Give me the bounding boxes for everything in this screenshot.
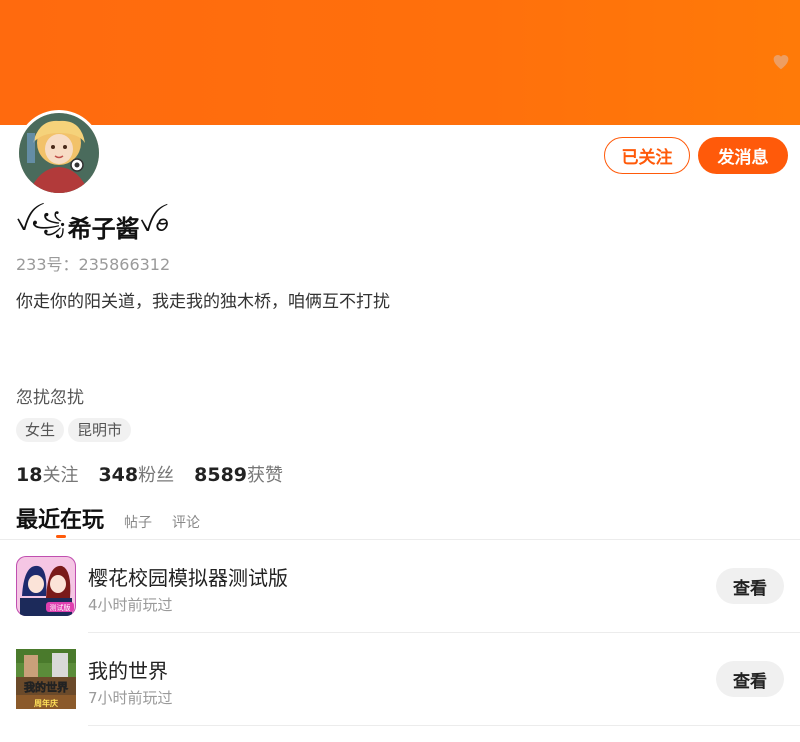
nickname-prefix: ꪜ꧁ [16, 210, 66, 236]
view-button[interactable]: 查看 [716, 568, 784, 604]
profile-stats: 18关注 348粉丝 8589获赞 [16, 461, 283, 487]
likes-label: 获赞 [247, 465, 284, 486]
followers-count: 348 [98, 464, 139, 486]
sakura-school-icon: 测试版 [16, 556, 76, 616]
nickname-suffix: ꪜꪮ [139, 212, 170, 237]
svg-text:测试版: 测试版 [50, 603, 71, 612]
message-button[interactable]: 发消息 [698, 137, 788, 174]
following-label: 关注 [42, 465, 79, 486]
game-list-item[interactable]: 测试版 樱花校园模拟器测试版 4小时前玩过 查看 [0, 540, 800, 632]
row-divider [88, 725, 800, 726]
location-tag: 昆明市 [68, 418, 132, 442]
followers-label: 粉丝 [138, 465, 175, 486]
following-count: 18 [16, 464, 43, 486]
game-last-played: 7小时前玩过 [88, 689, 173, 707]
nickname: 希子酱 [67, 214, 140, 243]
bio-text: 你走你的阳关道，我走我的独木桥，咱俩互不打扰 [16, 292, 390, 312]
game-name: 樱花校园模拟器测试版 [88, 566, 288, 590]
following-stat[interactable]: 18关注 [16, 461, 78, 487]
nickname-row: ꪜ꧁ 希子酱 ꪜꪮ [16, 208, 170, 244]
bio-text-secondary: 忽扰忽扰 [16, 388, 84, 408]
minecraft-icon: 我的世界 周年庆 [16, 649, 76, 709]
svg-text:周年庆: 周年庆 [34, 698, 58, 708]
view-button[interactable]: 查看 [716, 661, 784, 697]
account-id: 233号：235866312 [16, 255, 171, 274]
follow-button[interactable]: 已关注 [604, 137, 690, 174]
followers-stat[interactable]: 348粉丝 [98, 461, 174, 487]
game-last-played: 4小时前玩过 [88, 596, 173, 614]
tab-comments[interactable]: 评论 [172, 512, 200, 532]
profile-banner [0, 0, 800, 125]
svg-text:我的世界: 我的世界 [24, 680, 68, 694]
tab-indicator [56, 535, 66, 538]
tab-posts[interactable]: 帖子 [124, 512, 152, 532]
gender-tag: 女生 [16, 418, 65, 442]
game-list-item[interactable]: 我的世界 周年庆 我的世界 7小时前玩过 查看 [0, 633, 800, 725]
profile-tags: 女生 昆明市 [16, 418, 132, 442]
game-name: 我的世界 [88, 659, 168, 683]
avatar[interactable] [16, 110, 102, 196]
heart-icon[interactable] [770, 50, 792, 72]
tab-recently-played[interactable]: 最近在玩 [16, 502, 104, 534]
likes-count: 8589 [194, 464, 248, 486]
content-tabs: 最近在玩 帖子 评论 [16, 502, 200, 534]
likes-stat: 8589获赞 [194, 461, 283, 487]
